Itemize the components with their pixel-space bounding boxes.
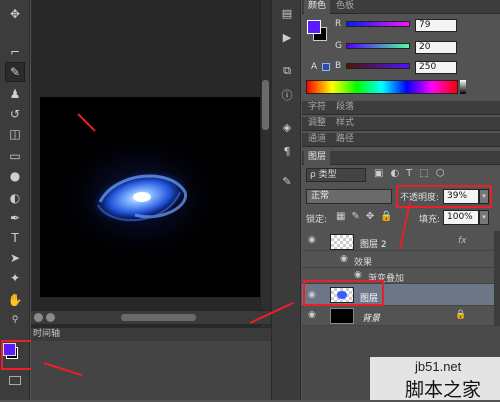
r-label: R <box>335 19 342 29</box>
blur-icon[interactable]: ● <box>5 166 25 186</box>
watermark: jb51.net 脚本之家 <box>370 357 500 401</box>
path-select-icon[interactable]: ➤ <box>5 248 25 268</box>
horizontal-scrollbar[interactable] <box>31 310 271 324</box>
web-safe-icon[interactable] <box>322 63 330 71</box>
gradient-overlay-eye-icon[interactable]: ◉ <box>354 270 364 280</box>
fill-dropdown-icon[interactable]: ▾ <box>479 210 489 225</box>
black-white-bar[interactable] <box>460 80 466 94</box>
g-value-field[interactable]: 20 <box>415 41 457 54</box>
character-panel-tabs: 字符 段落 <box>302 101 500 115</box>
play-action-icon[interactable]: ▶ <box>278 28 296 46</box>
brush-presets-icon[interactable]: ✎ <box>278 172 296 190</box>
effects-row[interactable]: ◉ 效果 <box>302 252 494 268</box>
adjustments-panel-tabs: 调整 样式 <box>302 117 500 131</box>
tab-layers[interactable]: 图层 <box>304 151 331 165</box>
g-label: G <box>335 41 342 51</box>
tab-channels[interactable]: 通道 <box>304 133 330 147</box>
shape-icon[interactable]: ✦ <box>5 268 25 288</box>
vertical-scrollbar[interactable] <box>260 0 270 327</box>
annotation-box-toolbar-swatch <box>1 340 34 370</box>
galaxy-image <box>50 127 230 267</box>
watermark-site: jb51.net <box>415 359 462 374</box>
layers-panel-tabs: 图层 <box>302 151 500 165</box>
collapsed-panel-strip: ▤ ▶ ⧉ ⓘ ◈ ¶ ✎ <box>271 0 301 400</box>
paragraph-icon[interactable]: ¶ <box>278 142 296 160</box>
channels-panel-tabs: 通道 路径 <box>302 133 500 147</box>
history-icon[interactable]: ▤ <box>278 4 296 22</box>
color-spectrum-bar[interactable] <box>306 80 458 94</box>
b-slider[interactable] <box>346 63 410 69</box>
lock-icon: 🔒 <box>455 310 467 320</box>
g-slider[interactable] <box>346 43 410 49</box>
tab-swatches[interactable]: 色板 <box>332 0 358 14</box>
tab-styles[interactable]: 样式 <box>332 117 358 131</box>
visibility-eye-icon[interactable]: ◉ <box>308 235 318 245</box>
watermark-name: 脚本之家 <box>405 379 482 401</box>
properties-icon[interactable]: ◈ <box>278 118 296 136</box>
eyedropper-icon[interactable]: ⌐ <box>5 42 25 62</box>
layer-thumbnail <box>330 234 354 250</box>
visibility-eye-icon[interactable]: ◉ <box>308 310 318 320</box>
color-panel-tabs: 颜色 色板 <box>302 0 500 14</box>
vertical-scroll-thumb[interactable] <box>262 80 269 130</box>
tab-adjustments[interactable]: 调整 <box>304 117 330 131</box>
lock-icons[interactable]: ▦✎✥🔒 <box>336 211 399 222</box>
pen-icon[interactable]: ✒ <box>5 208 25 228</box>
tools-panel: ✥ ⌐ ✎ ♟ ↺ ◫ ▭ ● ◐ ✒ T ➤ ✦ ✋ ⚲ <box>0 0 34 400</box>
lock-label: 锁定: <box>306 215 328 225</box>
gradient-icon[interactable]: ▭ <box>5 146 25 166</box>
layer-name: 图层 2 <box>360 240 387 250</box>
effects-eye-icon[interactable]: ◉ <box>340 254 350 264</box>
eraser-icon[interactable]: ◫ <box>5 124 25 144</box>
r-value-field[interactable]: 79 <box>415 19 457 32</box>
tab-paths[interactable]: 路径 <box>332 133 358 147</box>
scroll-left-icon[interactable] <box>34 313 43 322</box>
tab-color[interactable]: 颜色 <box>304 0 331 14</box>
document-canvas[interactable] <box>40 97 260 297</box>
annotation-box-layer <box>303 280 384 306</box>
b-value-field[interactable]: 250 <box>415 61 457 74</box>
tab-paragraph[interactable]: 段落 <box>332 101 358 115</box>
fx-icon[interactable]: fx <box>458 236 467 246</box>
layer-filter-icons[interactable]: ▣◐T⬚⬡ <box>374 168 494 182</box>
zoom-icon[interactable]: ⚲ <box>5 310 25 330</box>
tab-character[interactable]: 字符 <box>304 101 330 115</box>
stamp-icon[interactable]: ♟ <box>5 84 25 104</box>
layer-filter-select[interactable]: ρ 类型 <box>306 168 366 182</box>
layers-scrollbar[interactable] <box>494 231 500 326</box>
foreground-color-swatch[interactable] <box>307 20 321 34</box>
clone-source-icon[interactable]: ⧉ <box>278 62 296 80</box>
fill-label: 填充: <box>419 215 441 225</box>
effects-label: 效果 <box>354 258 373 268</box>
fill-field[interactable]: 100% <box>443 210 479 225</box>
brush-icon[interactable]: ✎ <box>5 62 25 82</box>
layer-row-background[interactable]: ◉ 背景 🔒 <box>302 306 494 326</box>
r-slider[interactable] <box>346 21 410 27</box>
layer-thumbnail <box>330 308 354 324</box>
horizontal-scroll-thumb[interactable] <box>121 314 196 321</box>
hand-icon[interactable]: ✋ <box>5 290 25 310</box>
history-brush-icon[interactable]: ↺ <box>5 104 25 124</box>
quick-mask-icon[interactable] <box>9 376 21 385</box>
dodge-icon[interactable]: ◐ <box>5 188 25 208</box>
right-panels: 颜色 色板 R 79 G 20 A B 250 字符 段落 调整 样式 通道 路… <box>302 0 500 400</box>
info-icon[interactable]: ⓘ <box>278 86 296 104</box>
scroll-right-icon[interactable] <box>46 313 55 322</box>
timeline-tab[interactable]: 时间轴 <box>31 327 271 341</box>
type-icon[interactable]: T <box>5 228 25 248</box>
b-label: B <box>335 61 342 71</box>
gamut-warning-icon[interactable]: A <box>311 62 317 72</box>
move-icon[interactable]: ✥ <box>5 4 25 24</box>
blend-mode-select[interactable]: 正常 <box>306 189 392 204</box>
layer-name: 背景 <box>362 314 381 324</box>
